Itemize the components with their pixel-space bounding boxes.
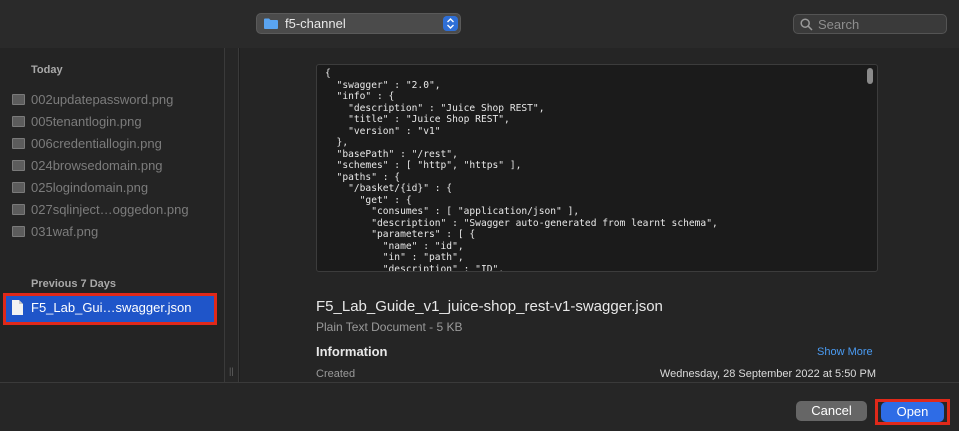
created-label: Created (316, 368, 356, 380)
search-icon (800, 18, 813, 31)
selected-file-name: F5_Lab_Gui…swagger.json (31, 300, 192, 315)
image-file-icon (12, 138, 25, 149)
file-preview-text: { "swagger" : "2.0", "info" : { "descrip… (325, 68, 718, 272)
created-value: Wednesday, 28 September 2022 at 5:50 PM (659, 368, 876, 380)
file-preview[interactable]: { "swagger" : "2.0", "info" : { "descrip… (316, 64, 878, 272)
footer-bar: Cancel Open (0, 382, 959, 431)
folder-name: f5-channel (285, 16, 346, 31)
file-kind: Plain Text Document - 5 KB (316, 320, 463, 334)
sidebar: Today 002updatepassword.png 005tenantlog… (0, 48, 225, 382)
file-item[interactable]: 025logindomain.png (12, 178, 212, 198)
section-today-heading: Today (31, 64, 63, 76)
preview-scrollbar[interactable] (867, 68, 873, 84)
search-field[interactable] (793, 14, 947, 34)
search-input[interactable] (818, 16, 938, 32)
file-name: 024browsedomain.png (31, 158, 163, 173)
file-name: 005tenantlogin.png (31, 114, 142, 129)
resize-grip-icon: || (229, 366, 234, 376)
image-file-icon (12, 182, 25, 193)
information-heading: Information (316, 344, 388, 359)
preview-panel: { "swagger" : "2.0", "info" : { "descrip… (240, 48, 959, 382)
document-icon (12, 300, 23, 315)
toolbar: f5-channel (0, 0, 959, 48)
file-item[interactable]: 031waf.png (12, 222, 212, 242)
cancel-button[interactable]: Cancel (796, 401, 867, 421)
image-file-icon (12, 94, 25, 105)
file-item[interactable]: 002updatepassword.png (12, 90, 212, 110)
file-name: 006credentiallogin.png (31, 136, 162, 151)
show-more-link[interactable]: Show More (817, 346, 873, 358)
open-button[interactable]: Open (881, 402, 944, 422)
chevron-updown-icon (443, 16, 458, 31)
column-resize-handle[interactable]: || (225, 48, 239, 382)
image-file-icon (12, 116, 25, 127)
folder-icon (264, 18, 278, 29)
image-file-icon (12, 160, 25, 171)
selected-file-item[interactable]: F5_Lab_Gui…swagger.json (3, 293, 217, 325)
file-item[interactable]: 006credentiallogin.png (12, 134, 212, 154)
image-file-icon (12, 204, 25, 215)
file-name: 002updatepassword.png (31, 92, 174, 107)
file-name: 031waf.png (31, 224, 99, 239)
file-title: F5_Lab_Guide_v1_juice-shop_rest-v1-swagg… (316, 298, 663, 315)
section-previous-heading: Previous 7 Days (31, 278, 116, 290)
file-item[interactable]: 027sqlinject…oggedon.png (12, 200, 212, 220)
file-name: 025logindomain.png (31, 180, 149, 195)
image-file-icon (12, 226, 25, 237)
folder-location-select[interactable]: f5-channel (256, 13, 461, 34)
file-item[interactable]: 005tenantlogin.png (12, 112, 212, 132)
file-name: 027sqlinject…oggedon.png (31, 202, 189, 217)
file-item[interactable]: 024browsedomain.png (12, 156, 212, 176)
open-button-highlight: Open (875, 399, 950, 425)
